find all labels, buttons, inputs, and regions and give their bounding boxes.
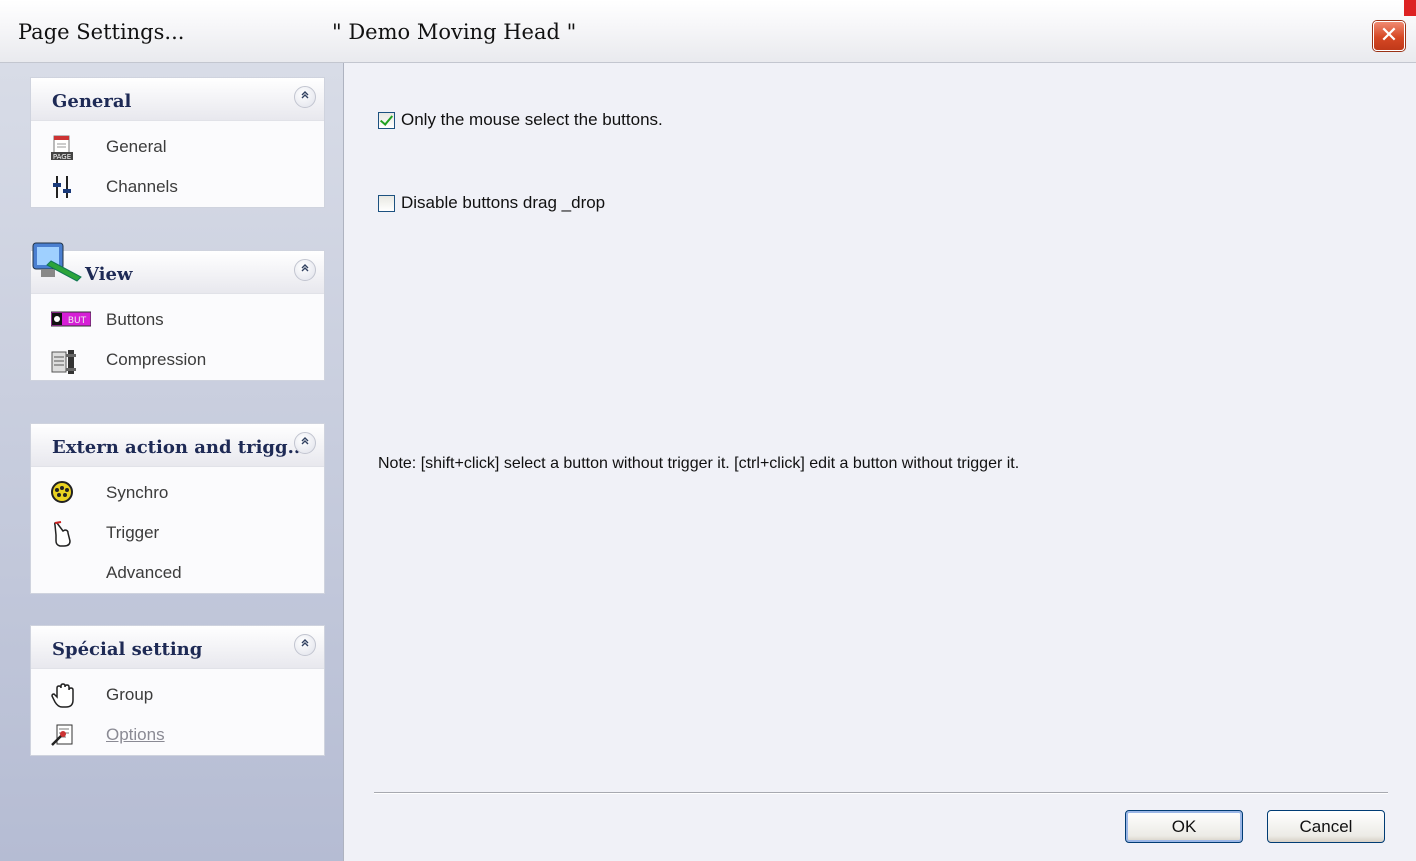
sidebar-item-general[interactable]: PAGE General (31, 127, 324, 167)
svg-text:BUT: BUT (68, 316, 87, 326)
sidebar-item-compression[interactable]: Compression (31, 340, 324, 380)
group-title: Spécial setting (52, 639, 203, 660)
sidebar-item-synchro[interactable]: Synchro (31, 473, 324, 513)
sidebar-item-trigger[interactable]: Trigger (31, 513, 324, 553)
hand-pointer-icon (51, 521, 73, 547)
sidebar-group-view: View BUT Buttons Compression (30, 242, 325, 381)
ok-button[interactable]: OK (1125, 810, 1243, 843)
collapse-icon[interactable] (294, 432, 316, 454)
divider (374, 792, 1388, 794)
close-button[interactable]: ✕ (1373, 21, 1405, 51)
sidebar-item-group[interactable]: Group (31, 675, 324, 715)
hand-icon (51, 683, 74, 708)
sidebar-item-buttons[interactable]: BUT Buttons (31, 300, 324, 340)
mouse-select-label: Only the mouse select the buttons. (401, 110, 663, 129)
sidebar-item-label: General (106, 137, 167, 156)
group-title: View (85, 264, 133, 285)
collapse-icon[interactable] (294, 86, 316, 108)
corner-accent (1404, 0, 1416, 16)
sidebar-item-label: Channels (106, 177, 178, 196)
compression-icon (51, 348, 76, 374)
group-title: Extern action and trigg... (52, 437, 307, 458)
sidebar-item-channels[interactable]: Channels (31, 167, 324, 207)
note-text: Note: [shift+click] select a button with… (378, 455, 1020, 472)
sidebar: General PAGE General Channels View BUT B… (0, 63, 344, 861)
group-header[interactable]: Spécial setting (31, 626, 324, 669)
page-settings-dialog: Page Settings... " Demo Moving Head " ✕ … (0, 0, 1416, 861)
options-icon (51, 723, 73, 746)
sidebar-item-label: Compression (106, 350, 207, 369)
option-mouse-select[interactable]: Only the mouse select the buttons. (378, 110, 663, 130)
sidebar-item-label: Options (106, 725, 165, 744)
collapse-icon[interactable] (294, 259, 316, 281)
dialog-title: Page Settings... (18, 20, 185, 44)
sidebar-group-extern-action: Extern action and trigg... Synchro Trigg (30, 423, 325, 594)
sidebar-item-advanced[interactable]: Advanced (31, 553, 324, 593)
collapse-icon[interactable] (294, 634, 316, 656)
sidebar-item-label: Group (106, 685, 154, 704)
title-bar[interactable]: Page Settings... " Demo Moving Head " ✕ (0, 0, 1416, 63)
group-title: General (52, 91, 132, 112)
settings-content: Only the mouse select the buttons. Disab… (344, 63, 1416, 861)
page-name-title: " Demo Moving Head " (332, 20, 577, 44)
sidebar-item-label: Trigger (106, 523, 160, 542)
page-icon: PAGE (51, 135, 73, 161)
button-icon: BUT (50, 308, 92, 330)
sidebar-group-general: General PAGE General Channels (30, 77, 325, 208)
group-header[interactable]: View (31, 242, 324, 294)
sidebar-item-label: Synchro (106, 483, 169, 502)
mouse-select-checkbox[interactable] (378, 111, 395, 129)
sidebar-item-label: Buttons (106, 310, 164, 329)
cancel-button[interactable]: Cancel (1267, 810, 1385, 843)
sidebar-item-label: Advanced (106, 563, 182, 582)
group-header[interactable]: General (31, 78, 324, 121)
dmx-connector-icon (51, 481, 73, 503)
disable-drag-drop-checkbox[interactable] (378, 194, 395, 212)
view-monitor-icon (31, 239, 85, 289)
disable-drag-drop-label: Disable buttons drag _drop (401, 193, 606, 212)
faders-icon (51, 175, 73, 198)
option-disable-drag-drop[interactable]: Disable buttons drag _drop (378, 193, 605, 213)
sidebar-item-options[interactable]: Options (31, 715, 324, 755)
sidebar-group-special-setting: Spécial setting Group Options (30, 625, 325, 756)
group-header[interactable]: Extern action and trigg... (31, 424, 324, 467)
svg-text:PAGE: PAGE (53, 153, 71, 161)
